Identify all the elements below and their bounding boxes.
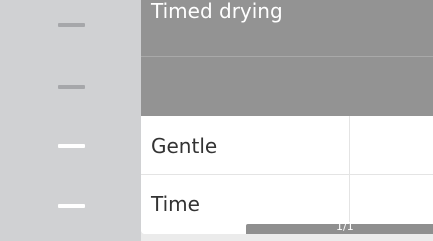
list-title: Timed drying [151,0,283,23]
program-panel: Timed drying Gentle Time [141,0,433,234]
list-item-gentle[interactable]: Gentle [141,116,433,175]
sidebar [0,0,141,241]
page-indicator-4[interactable] [58,204,85,208]
pagination-bar: 1/1 [246,220,433,234]
list-header: Timed drying [141,0,433,57]
list-item-label: Time [151,192,200,216]
page-indicator-3[interactable] [58,144,85,148]
page-indicator-2[interactable] [58,85,85,89]
page-indicator-1[interactable] [58,23,85,27]
column-divider [349,116,350,234]
page-counter: 1/1 [336,220,354,233]
list-item-label: Gentle [151,134,218,158]
list-header-spacer [141,57,433,116]
